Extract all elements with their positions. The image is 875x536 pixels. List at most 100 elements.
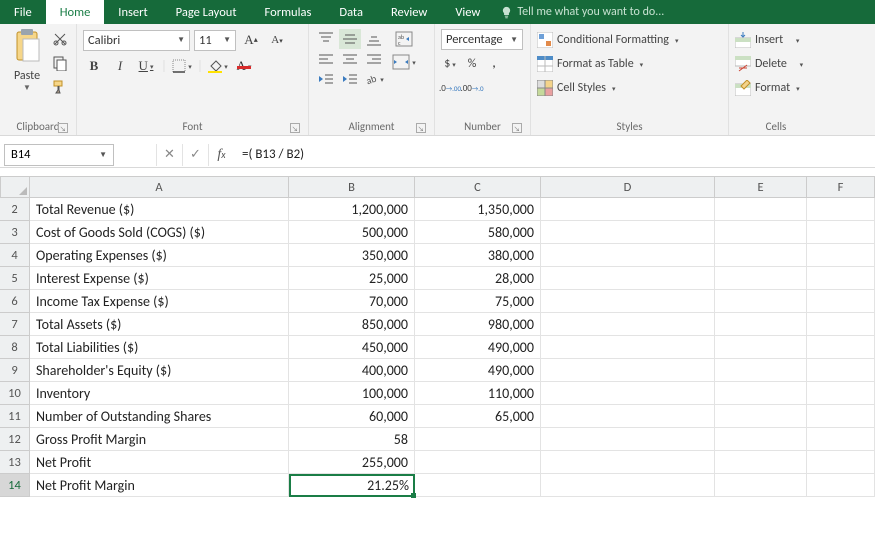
- col-header-A[interactable]: A: [30, 176, 289, 198]
- delete-cells-button[interactable]: Delete ▾: [735, 53, 817, 75]
- cell[interactable]: [715, 428, 807, 451]
- middle-align-button[interactable]: [339, 29, 361, 49]
- formula-input[interactable]: [234, 144, 875, 166]
- cell[interactable]: 980,000: [415, 313, 541, 336]
- cell[interactable]: [807, 267, 875, 290]
- tab-page-layout[interactable]: Page Layout: [162, 0, 251, 24]
- cell[interactable]: [807, 221, 875, 244]
- row-header[interactable]: 5: [0, 267, 30, 290]
- cell[interactable]: [807, 313, 875, 336]
- cell[interactable]: 65,000: [415, 405, 541, 428]
- insert-function-button[interactable]: fx: [208, 144, 234, 166]
- borders-button[interactable]: ▾: [171, 55, 193, 77]
- cell[interactable]: 490,000: [415, 359, 541, 382]
- number-format-combo[interactable]: Percentage▼: [441, 29, 523, 50]
- merge-center-button[interactable]: ▾: [391, 52, 417, 72]
- tab-view[interactable]: View: [441, 0, 494, 24]
- name-box[interactable]: B14▼: [4, 144, 114, 166]
- format-as-table-button[interactable]: Format as Table▾: [537, 53, 722, 75]
- comma-style-button[interactable]: ,: [485, 54, 503, 74]
- cell[interactable]: [715, 244, 807, 267]
- cell[interactable]: [541, 359, 715, 382]
- cell[interactable]: [807, 474, 875, 497]
- cell[interactable]: [415, 451, 541, 474]
- cell[interactable]: 350,000: [289, 244, 415, 267]
- enter-formula-button[interactable]: ✓: [182, 144, 208, 166]
- cell[interactable]: Shareholder's Equity ($): [30, 359, 289, 382]
- cell[interactable]: Gross Profit Margin: [30, 428, 289, 451]
- row-header[interactable]: 14: [0, 474, 30, 497]
- row-header[interactable]: 6: [0, 290, 30, 313]
- conditional-formatting-button[interactable]: Conditional Formatting▾: [537, 29, 722, 51]
- tab-home[interactable]: Home: [46, 0, 105, 24]
- align-right-button[interactable]: [363, 49, 385, 69]
- tab-file[interactable]: File: [0, 0, 46, 24]
- cell[interactable]: 1,200,000: [289, 198, 415, 221]
- align-left-button[interactable]: [315, 49, 337, 69]
- top-align-button[interactable]: [315, 29, 337, 49]
- cut-button[interactable]: [52, 31, 68, 51]
- tab-insert[interactable]: Insert: [104, 0, 161, 24]
- paste-button[interactable]: [12, 27, 42, 67]
- row-header[interactable]: 7: [0, 313, 30, 336]
- cell[interactable]: [541, 290, 715, 313]
- font-dialog-launcher[interactable]: ↘: [290, 123, 300, 133]
- decrease-decimal-button[interactable]: .00→.0: [463, 78, 481, 98]
- row-header[interactable]: 9: [0, 359, 30, 382]
- tab-formulas[interactable]: Formulas: [251, 0, 326, 24]
- paste-dropdown[interactable]: ▼: [23, 83, 31, 93]
- increase-indent-button[interactable]: [339, 69, 361, 89]
- cell[interactable]: 58: [289, 428, 415, 451]
- cell[interactable]: [807, 451, 875, 474]
- cell[interactable]: [541, 336, 715, 359]
- col-header-E[interactable]: E: [715, 176, 807, 198]
- fill-color-button[interactable]: ▾: [207, 55, 229, 77]
- cell[interactable]: [715, 221, 807, 244]
- percent-style-button[interactable]: %: [463, 54, 481, 74]
- cell[interactable]: 500,000: [289, 221, 415, 244]
- cell[interactable]: [541, 267, 715, 290]
- number-dialog-launcher[interactable]: ↘: [512, 123, 522, 133]
- cell[interactable]: [541, 313, 715, 336]
- col-header-F[interactable]: F: [807, 176, 875, 198]
- cell[interactable]: [541, 382, 715, 405]
- cell[interactable]: [541, 451, 715, 474]
- cell[interactable]: 850,000: [289, 313, 415, 336]
- cell[interactable]: Total Assets ($): [30, 313, 289, 336]
- cell[interactable]: [807, 428, 875, 451]
- cell[interactable]: [715, 313, 807, 336]
- font-name-combo[interactable]: Calibri▼: [83, 30, 190, 51]
- cell[interactable]: [715, 382, 807, 405]
- font-color-button[interactable]: A▾: [233, 55, 255, 77]
- decrease-indent-button[interactable]: [315, 69, 337, 89]
- row-header[interactable]: 11: [0, 405, 30, 428]
- row-header[interactable]: 4: [0, 244, 30, 267]
- cell[interactable]: Inventory: [30, 382, 289, 405]
- cell[interactable]: 70,000: [289, 290, 415, 313]
- increase-decimal-button[interactable]: .0→.00: [441, 78, 459, 98]
- wrap-text-button[interactable]: abc: [391, 29, 417, 49]
- col-header-D[interactable]: D: [541, 176, 715, 198]
- row-header[interactable]: 8: [0, 336, 30, 359]
- cell[interactable]: [807, 382, 875, 405]
- cell[interactable]: 60,000: [289, 405, 415, 428]
- row-header[interactable]: 3: [0, 221, 30, 244]
- underline-button[interactable]: U▾: [135, 55, 157, 77]
- cell[interactable]: 25,000: [289, 267, 415, 290]
- cell[interactable]: [807, 336, 875, 359]
- alignment-dialog-launcher[interactable]: ↘: [416, 123, 426, 133]
- cell[interactable]: [715, 474, 807, 497]
- cell[interactable]: Operating Expenses ($): [30, 244, 289, 267]
- copy-button[interactable]: [52, 55, 68, 75]
- cell[interactable]: 400,000: [289, 359, 415, 382]
- decrease-font-size-button[interactable]: A▾: [266, 29, 288, 51]
- cell[interactable]: [541, 244, 715, 267]
- cell[interactable]: [807, 244, 875, 267]
- cell[interactable]: [715, 336, 807, 359]
- tab-data[interactable]: Data: [325, 0, 377, 24]
- row-header[interactable]: 10: [0, 382, 30, 405]
- cell[interactable]: 100,000: [289, 382, 415, 405]
- cell[interactable]: Income Tax Expense ($): [30, 290, 289, 313]
- accounting-format-button[interactable]: $▾: [441, 54, 459, 74]
- bold-button[interactable]: B: [83, 55, 105, 77]
